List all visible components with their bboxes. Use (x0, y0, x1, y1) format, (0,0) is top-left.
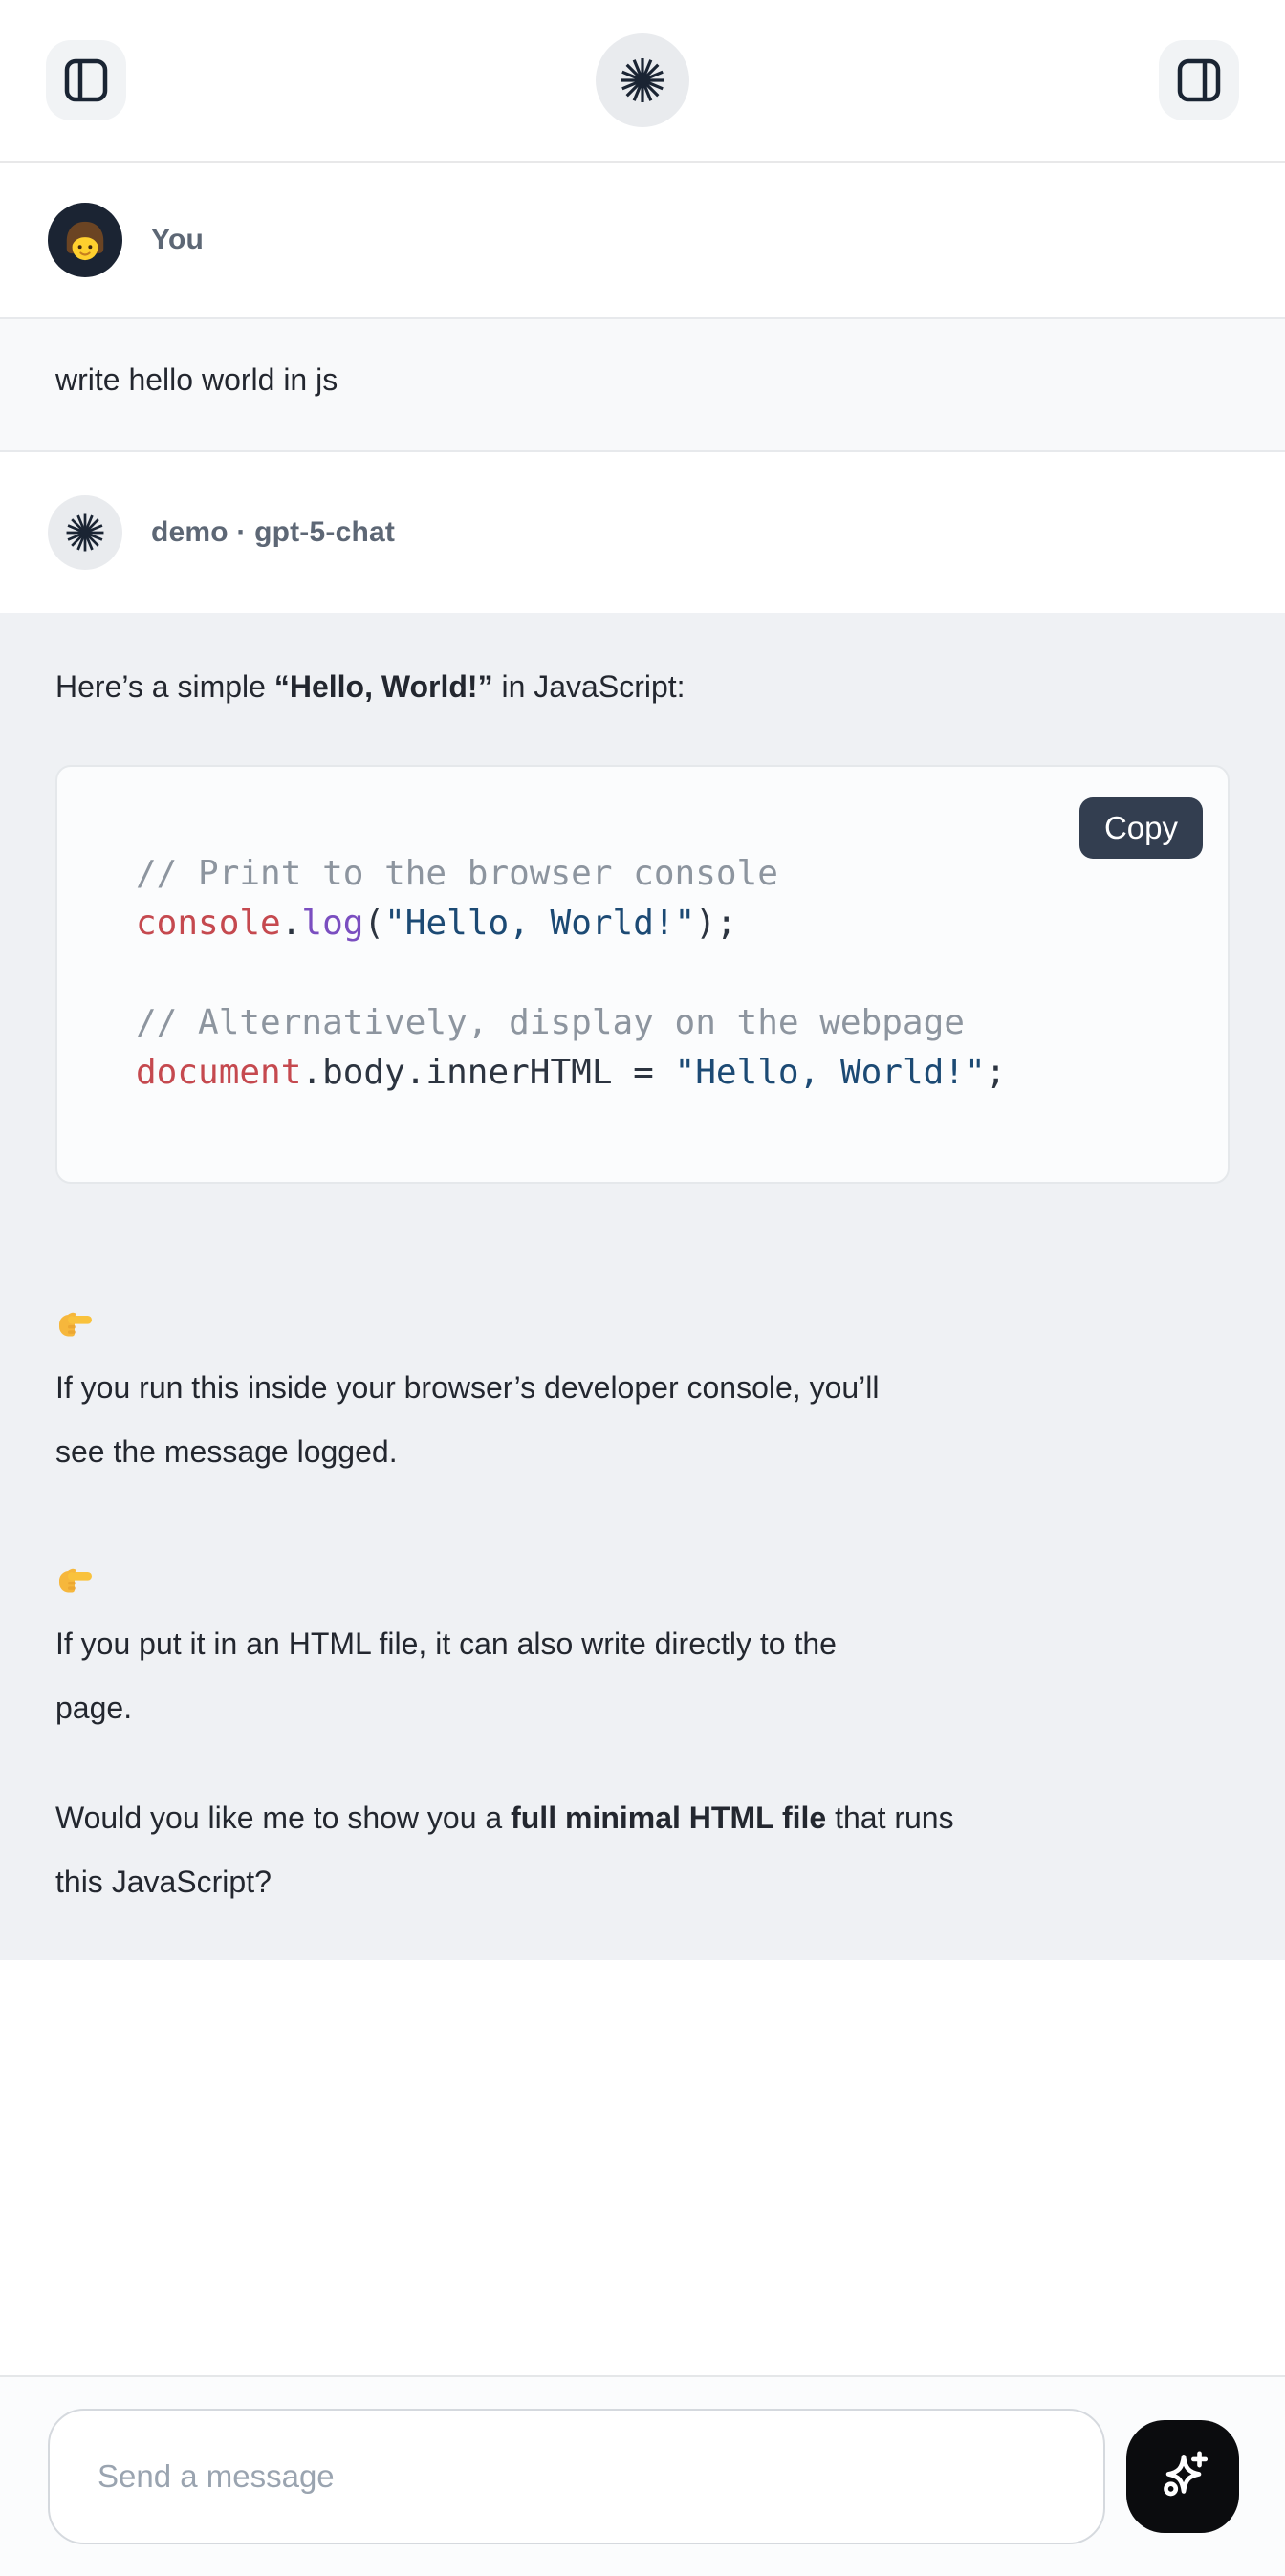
point-right-emoji (55, 1559, 94, 1597)
starburst-icon (618, 55, 667, 105)
sidebar-toggle-button[interactable] (46, 40, 126, 120)
starburst-icon (64, 512, 106, 554)
user-message-header: You (0, 163, 1285, 317)
app-logo-button[interactable] (596, 33, 689, 127)
assistant-message-header: demo · gpt-5-chat (0, 452, 1285, 613)
code-copy-button[interactable]: Copy (1079, 797, 1203, 859)
right-panel-toggle-button[interactable] (1159, 40, 1239, 120)
send-button[interactable] (1126, 2420, 1239, 2533)
assistant-message-bubble: Here’s a simple “Hello, World!” in JavaS… (0, 613, 1285, 1960)
message-list: You write hello world in js demo · gpt-5… (0, 163, 1285, 2375)
panel-left-icon (64, 58, 108, 102)
user-message-text: write hello world in js (55, 360, 1230, 401)
user-message-bubble: write hello world in js (0, 317, 1285, 452)
point-right-emoji (55, 1302, 94, 1341)
user-name-label: You (151, 224, 204, 256)
assistant-avatar (48, 495, 122, 570)
code-block: Copy // Print to the browser console con… (55, 765, 1230, 1184)
message-input[interactable] (48, 2409, 1105, 2544)
code-content: // Print to the browser console console.… (57, 767, 1228, 1182)
panel-right-icon (1177, 58, 1221, 102)
user-avatar (48, 203, 122, 277)
model-label: demo · gpt-5-chat (151, 516, 395, 549)
assistant-tips-text: If you run this inside your browser’s de… (55, 1228, 1230, 1740)
assistant-followup-text: Would you like me to show you a full min… (55, 1786, 1230, 1914)
person-emoji (58, 216, 112, 270)
sparkle-icon (1151, 2445, 1214, 2508)
composer (0, 2375, 1285, 2576)
top-bar (0, 0, 1285, 163)
assistant-intro-text: Here’s a simple “Hello, World!” in JavaS… (55, 655, 1230, 719)
